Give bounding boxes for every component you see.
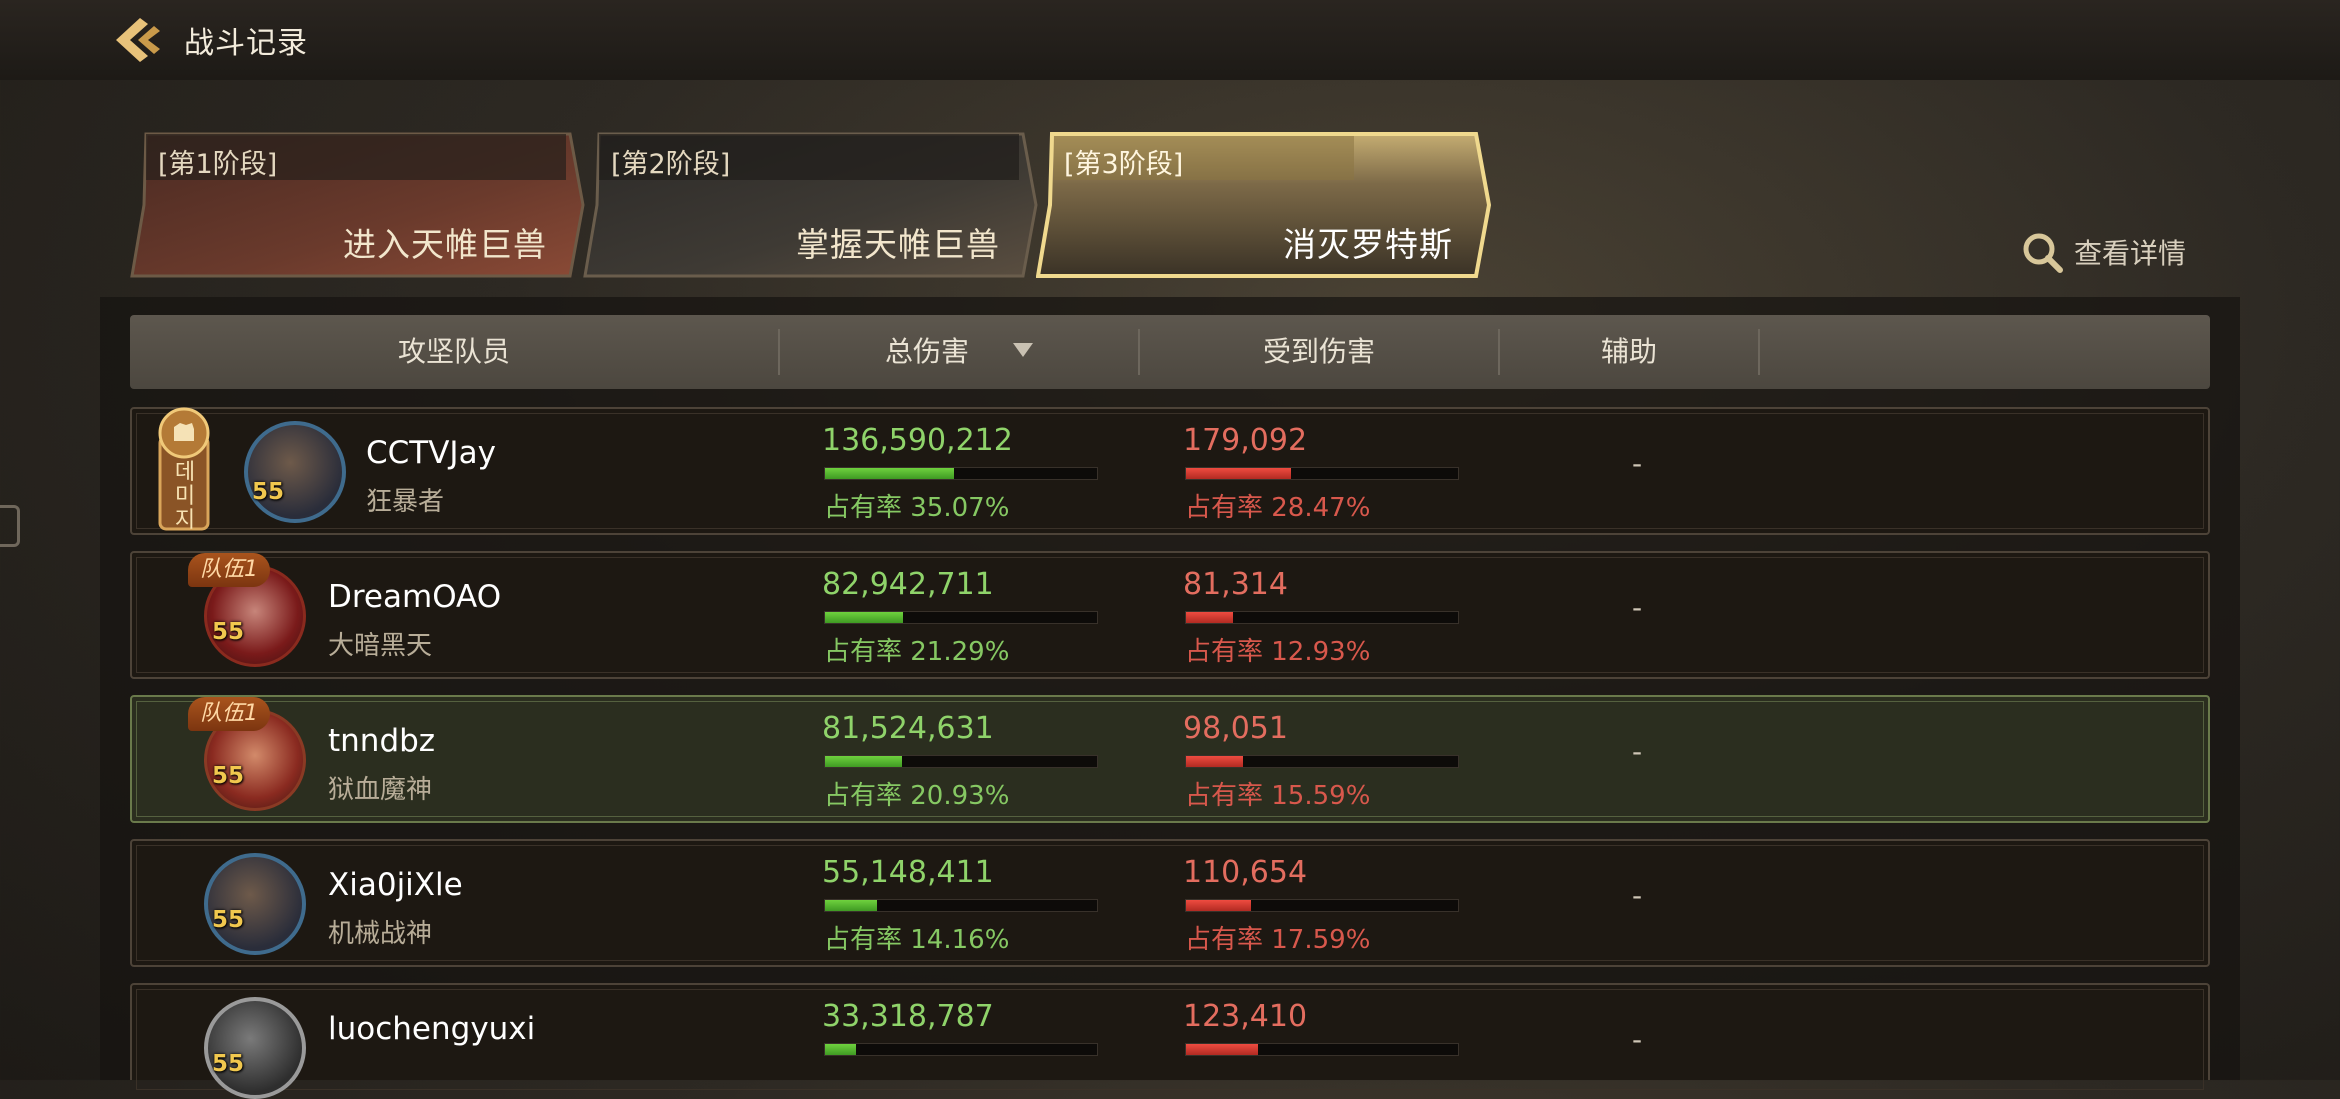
level-badge: 55 <box>212 907 245 933</box>
col-damage-taken-header: 受到伤害 <box>1262 335 1375 368</box>
player-class: 狂暴者 <box>366 487 445 517</box>
damage-share-bar <box>824 755 1098 768</box>
damage-taken-value: 179,092 <box>1183 423 1308 458</box>
taken-share-text: 占有率 15.59% <box>1185 781 1371 811</box>
stage-3-name: 消灭罗特斯 <box>1283 225 1453 264</box>
tab-stage-1[interactable]: [第1阶段] 进入天帷巨兽 <box>130 132 585 278</box>
total-damage-value: 81,524,631 <box>822 711 994 746</box>
damage-share-bar <box>824 611 1098 624</box>
sort-descending-icon[interactable] <box>1013 343 1033 357</box>
total-damage-value: 82,942,711 <box>822 567 994 602</box>
damage-taken-value: 81,314 <box>1183 567 1288 602</box>
player-name: CCTVJay <box>366 435 496 471</box>
col-total-damage-header[interactable]: 总伤害 <box>780 315 1138 389</box>
tab-stage-3[interactable]: [第3阶段] 消灭罗特斯 <box>1036 132 1491 278</box>
player-name: luochengyuxi <box>328 1011 536 1047</box>
avatar <box>204 853 306 955</box>
player-name: Xia0jiXle <box>328 867 463 903</box>
assist-value: - <box>1631 447 1643 480</box>
side-handle[interactable] <box>0 505 20 547</box>
view-details-label: 查看详情 <box>2074 237 2187 270</box>
avatar <box>244 421 346 523</box>
table-row-self[interactable]: 队伍1 55 tnndbz 狱血魔神 81,524,631 占有率 20.93%… <box>130 695 2210 823</box>
team-badge: 队伍1 <box>188 553 270 587</box>
stage-1-name: 进入天帷巨兽 <box>343 225 547 264</box>
medal-text: 데미지 <box>174 460 196 533</box>
taken-share-bar <box>1185 467 1459 480</box>
table-row[interactable]: 55 Xia0jiXle 机械战神 55,148,411 占有率 14.16% … <box>130 839 2210 967</box>
stage-1-tag: [第1阶段] <box>158 149 278 180</box>
damage-share-text: 占有率 20.93% <box>824 781 1010 811</box>
player-name: tnndbz <box>328 723 436 759</box>
back-button[interactable] <box>108 12 168 68</box>
col-total-damage-label: 总伤害 <box>884 335 969 368</box>
avatar <box>204 997 306 1099</box>
damage-share-text: 占有率 21.29% <box>824 637 1010 667</box>
player-class: 狱血魔神 <box>328 775 433 805</box>
taken-share-bar <box>1185 611 1459 624</box>
damage-share-bar <box>824 1043 1098 1056</box>
player-name: DreamOAO <box>328 579 502 615</box>
header-divider <box>1758 329 1760 375</box>
table-row[interactable]: 55 luochengyuxi 33,318,787 123,410 - <box>130 983 2210 1099</box>
stage-2-name: 掌握天帷巨兽 <box>796 225 1000 264</box>
level-badge: 55 <box>212 1051 245 1077</box>
damage-taken-value: 98,051 <box>1183 711 1288 746</box>
table-row[interactable]: 데미지 55 CCTVJay 狂暴者 136,590,212 占有率 35.07… <box>130 407 2210 535</box>
assist-value: - <box>1631 735 1643 768</box>
player-class: 大暗黑天 <box>328 631 433 661</box>
assist-value: - <box>1631 591 1643 624</box>
taken-share-bar <box>1185 755 1459 768</box>
damage-share-bar <box>824 899 1098 912</box>
total-damage-value: 136,590,212 <box>822 423 1013 458</box>
assist-value: - <box>1631 879 1643 912</box>
damage-taken-value: 123,410 <box>1183 999 1308 1034</box>
total-damage-value: 33,318,787 <box>822 999 994 1034</box>
view-details-button[interactable]: 查看详情 <box>2020 230 2186 274</box>
taken-share-text: 占有率 28.47% <box>1185 493 1371 523</box>
player-class: 机械战神 <box>328 919 433 949</box>
taken-share-text: 占有率 12.93% <box>1185 637 1371 667</box>
damage-share-text: 占有率 35.07% <box>824 493 1010 523</box>
stage-3-tag: [第3阶段] <box>1064 149 1184 180</box>
level-badge: 55 <box>212 619 245 645</box>
back-arrow-icon <box>116 18 160 62</box>
table-header: 攻坚队员 总伤害 受到伤害 辅助 <box>130 315 2210 389</box>
table-row[interactable]: 队伍1 55 DreamOAO 大暗黑天 82,942,711 占有率 21.2… <box>130 551 2210 679</box>
page-title: 战斗记录 <box>184 26 308 61</box>
level-badge: 55 <box>252 479 285 505</box>
top-bar <box>0 0 2340 80</box>
stage-2-tag: [第2阶段] <box>611 149 731 180</box>
team-badge: 队伍1 <box>188 697 270 731</box>
assist-value: - <box>1631 1023 1643 1056</box>
level-badge: 55 <box>212 763 245 789</box>
total-damage-value: 55,148,411 <box>822 855 994 890</box>
taken-share-bar <box>1185 899 1459 912</box>
tab-stage-2[interactable]: [第2阶段] 掌握天帷巨兽 <box>583 132 1038 278</box>
damage-taken-value: 110,654 <box>1183 855 1308 890</box>
col-member-header: 攻坚队员 <box>397 335 510 368</box>
damage-share-bar <box>824 467 1098 480</box>
taken-share-text: 占有率 17.59% <box>1185 925 1371 955</box>
damage-share-text: 占有率 14.16% <box>824 925 1010 955</box>
taken-share-bar <box>1185 1043 1459 1056</box>
search-icon <box>2023 233 2063 273</box>
col-assist-header: 辅助 <box>1600 335 1657 368</box>
